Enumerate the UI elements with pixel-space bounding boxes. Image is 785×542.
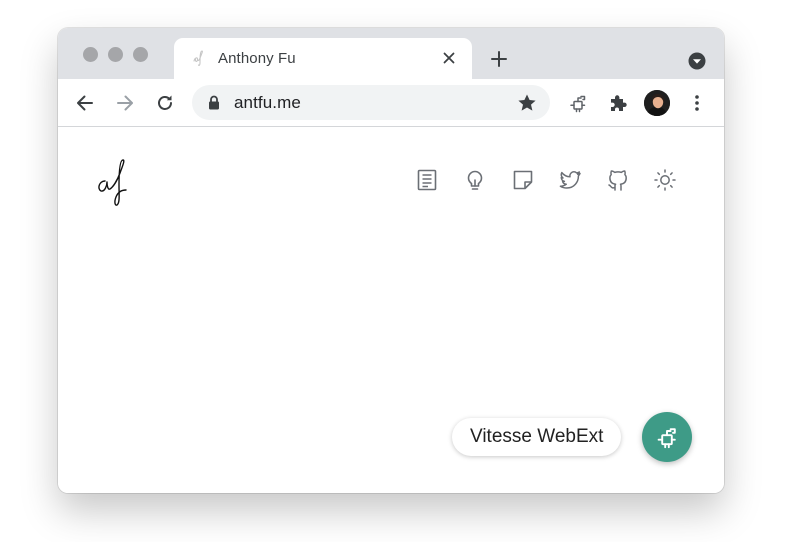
window-minimize-control[interactable] (108, 47, 123, 62)
article-icon[interactable] (415, 168, 439, 192)
star-icon[interactable] (517, 93, 537, 113)
reload-icon[interactable] (155, 93, 175, 113)
note-icon[interactable] (511, 168, 535, 192)
vitesse-webext-icon (657, 428, 676, 449)
vitesse-webext-icon[interactable] (568, 93, 588, 113)
af-signature-favicon (193, 50, 203, 66)
close-icon[interactable] (442, 51, 456, 65)
address-bar[interactable]: antfu.me (192, 85, 550, 120)
github-icon[interactable] (606, 168, 630, 192)
avatar[interactable] (644, 90, 670, 116)
chevron-down-circle-icon[interactable] (688, 52, 706, 70)
sun-icon[interactable] (653, 168, 677, 192)
kebab-menu-icon[interactable] (688, 93, 706, 113)
window-zoom-control[interactable] (133, 47, 148, 62)
twitter-icon[interactable] (558, 168, 582, 192)
lock-icon[interactable] (208, 95, 220, 110)
page-content: Vitesse WebExt (58, 127, 724, 493)
puzzle-icon[interactable] (608, 93, 628, 113)
vitesse-webext-button[interactable] (642, 412, 692, 462)
browser-tab[interactable]: Anthony Fu (174, 38, 472, 79)
lightbulb-icon[interactable] (463, 168, 487, 192)
tab-title: Anthony Fu (218, 50, 296, 67)
arrow-right-icon[interactable] (115, 93, 135, 113)
af-signature-logo[interactable] (95, 157, 131, 209)
extension-label[interactable]: Vitesse WebExt (452, 418, 622, 456)
window-close-control[interactable] (83, 47, 98, 62)
plus-icon[interactable] (490, 50, 508, 68)
tab-strip: Anthony Fu (58, 28, 724, 79)
browser-window: Anthony Fu antfu.me Vitesse WebExt (58, 28, 724, 493)
arrow-left-icon[interactable] (75, 93, 95, 113)
browser-toolbar: antfu.me (58, 79, 724, 127)
url-text: antfu.me (234, 93, 301, 112)
